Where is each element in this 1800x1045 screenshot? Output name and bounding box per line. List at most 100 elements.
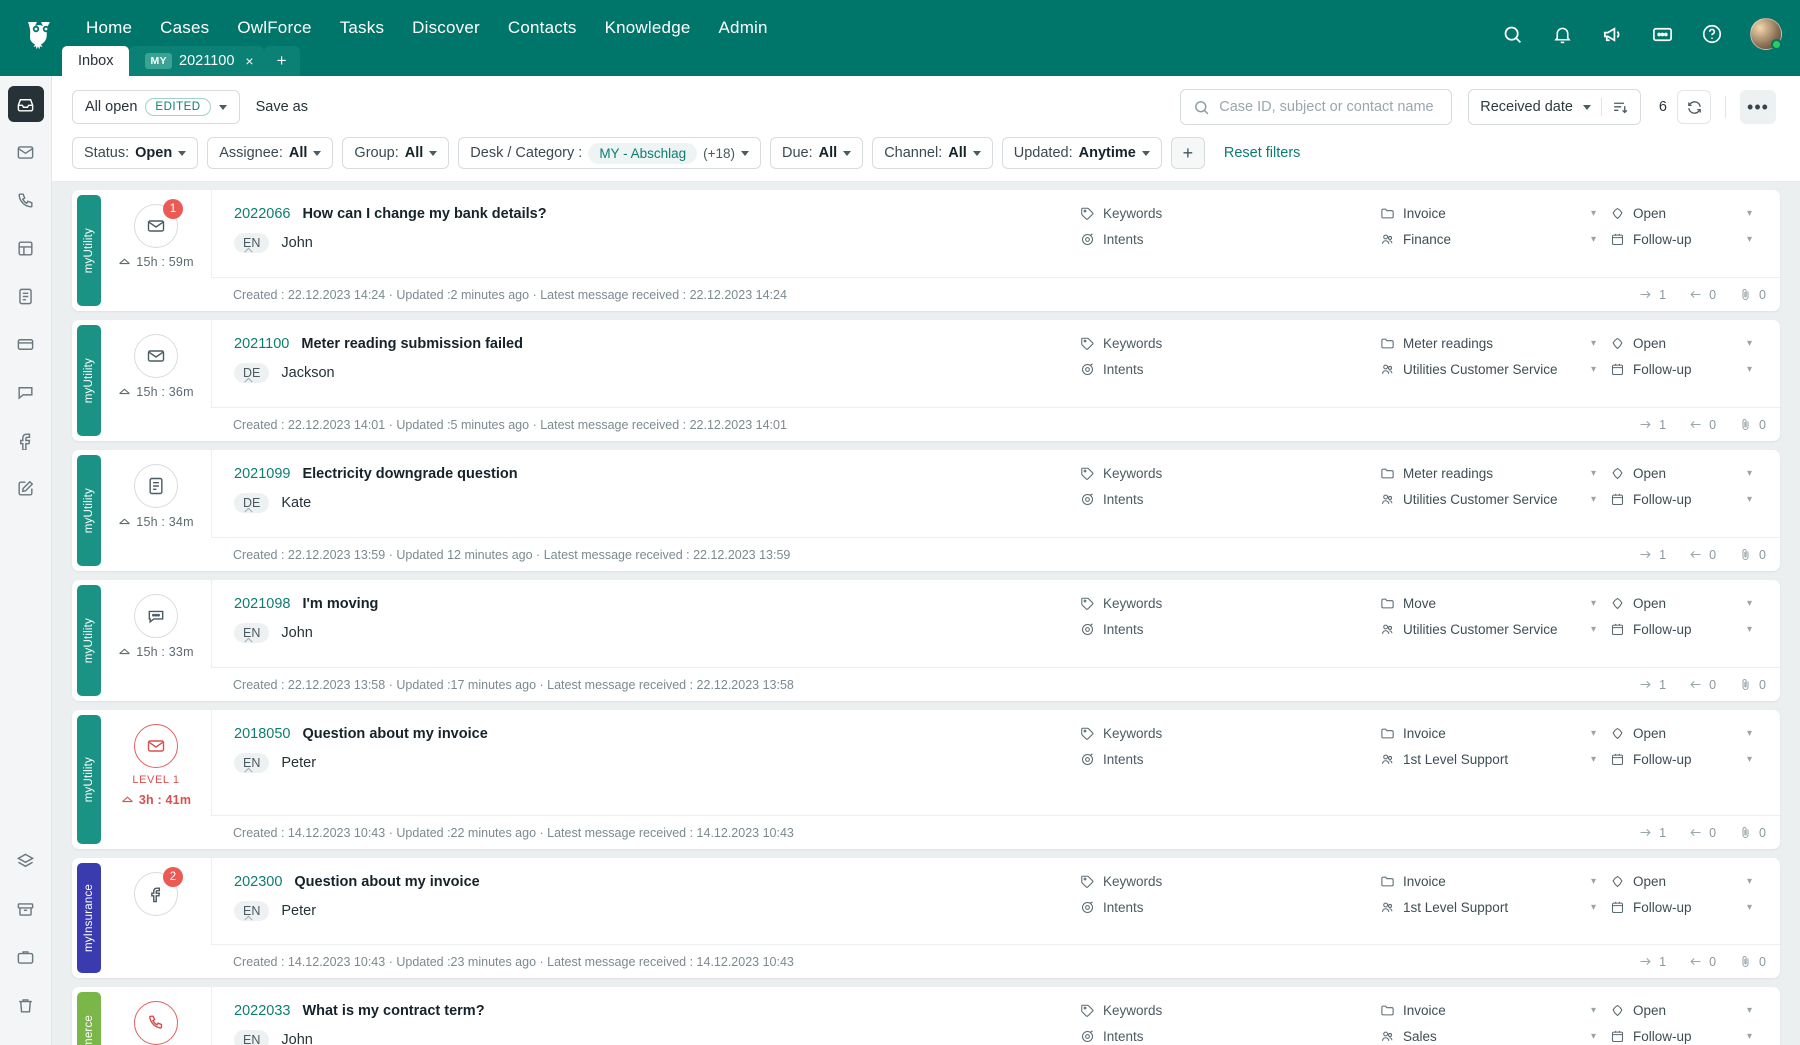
chat-dots-icon[interactable] (134, 594, 178, 638)
state-row[interactable]: Open ▾ (1610, 596, 1766, 611)
followup-row[interactable]: Follow-up ▾ (1610, 232, 1766, 247)
intents-row[interactable]: Intents (1080, 232, 1380, 247)
expand-chevron-icon[interactable] (242, 1041, 255, 1045)
filter-status[interactable]: Status: Open (72, 137, 199, 169)
case-id-link[interactable]: 2022066 (234, 206, 290, 222)
chevron-down-icon[interactable]: ▾ (1747, 1005, 1752, 1016)
intents-row[interactable]: Intents (1080, 900, 1380, 915)
expand-chevron-icon[interactable] (242, 912, 255, 925)
rail-item-inbox[interactable] (7, 86, 44, 122)
chevron-down-icon[interactable]: ▾ (1747, 728, 1752, 739)
add-filter-button[interactable]: + (1170, 137, 1205, 169)
keywords-row[interactable]: Keywords (1080, 874, 1380, 889)
chevron-down-icon[interactable]: ▾ (1747, 598, 1752, 609)
phone-icon[interactable] (134, 1001, 178, 1045)
nav-item-tasks[interactable]: Tasks (326, 14, 398, 42)
nav-item-cases[interactable]: Cases (146, 14, 223, 49)
chevron-down-icon[interactable]: ▾ (1747, 1031, 1752, 1042)
case-row-2021099[interactable]: myUtility 15h : 34m 2021099 Electricity … (72, 450, 1780, 571)
sort-direction-icon[interactable] (1612, 99, 1629, 116)
social-icon[interactable]: 2 (134, 867, 183, 916)
case-id-link[interactable]: 2022033 (234, 1003, 290, 1019)
rail-item-mail[interactable] (8, 134, 44, 170)
chevron-down-icon[interactable]: ▾ (1591, 468, 1596, 479)
chevron-down-icon[interactable]: ▾ (1591, 876, 1596, 887)
intents-row[interactable]: Intents (1080, 752, 1380, 767)
state-row[interactable]: Open ▾ (1610, 206, 1766, 221)
chevron-down-icon[interactable]: ▾ (1747, 876, 1752, 887)
state-row[interactable]: Open ▾ (1610, 1003, 1766, 1018)
case-row-2021100[interactable]: myUtility 15h : 36m 2021100 Meter readin… (72, 320, 1780, 441)
tab-case-2021100[interactable]: MY 2021100 × (129, 46, 264, 76)
group-row[interactable]: Finance ▾ (1380, 232, 1610, 247)
group-row[interactable]: 1st Level Support ▾ (1380, 900, 1610, 915)
followup-row[interactable]: Follow-up ▾ (1610, 492, 1766, 507)
category-row[interactable]: Meter readings ▾ (1380, 336, 1610, 351)
filter-channel[interactable]: Channel: All (872, 137, 993, 169)
keywords-row[interactable]: Keywords (1080, 336, 1380, 351)
chevron-down-icon[interactable]: ▾ (1591, 598, 1596, 609)
followup-row[interactable]: Follow-up ▾ (1610, 362, 1766, 377)
chevron-down-icon[interactable]: ▾ (1747, 902, 1752, 913)
chevron-down-icon[interactable]: ▾ (1591, 364, 1596, 375)
chevron-down-icon[interactable]: ▾ (1747, 468, 1752, 479)
state-row[interactable]: Open ▾ (1610, 466, 1766, 481)
rail-item-card[interactable] (8, 326, 44, 362)
chevron-down-icon[interactable]: ▾ (1591, 902, 1596, 913)
category-row[interactable]: Invoice ▾ (1380, 874, 1610, 889)
expand-chevron-icon[interactable] (242, 634, 255, 647)
keywords-row[interactable]: Keywords (1080, 466, 1380, 481)
expand-chevron-icon[interactable] (242, 504, 255, 517)
chevron-down-icon[interactable]: ▾ (1591, 338, 1596, 349)
tab-inbox[interactable]: Inbox (62, 46, 130, 76)
category-row[interactable]: Move ▾ (1380, 596, 1610, 611)
category-row[interactable]: Invoice ▾ (1380, 206, 1610, 221)
case-row-2021098[interactable]: myUtility 15h : 33m 2021098 I'm moving E… (72, 580, 1780, 701)
expand-chevron-icon[interactable] (242, 374, 255, 387)
followup-row[interactable]: Follow-up ▾ (1610, 1029, 1766, 1044)
more-options-button[interactable]: ••• (1740, 90, 1776, 124)
case-row-2022033[interactable]: eCommerce 7Std : 10M 2022033 (72, 987, 1780, 1045)
rail-item-chat-bubble[interactable] (8, 374, 44, 410)
add-tab-button[interactable]: + (263, 46, 300, 76)
sort-selector[interactable]: Received date (1468, 89, 1641, 125)
chevron-down-icon[interactable]: ▾ (1747, 754, 1752, 765)
intents-row[interactable]: Intents (1080, 1029, 1380, 1044)
envelope-icon[interactable]: 1 (134, 199, 183, 248)
rail-item-archive-box[interactable] (8, 891, 44, 927)
nav-item-discover[interactable]: Discover (398, 14, 494, 42)
followup-row[interactable]: Follow-up ▾ (1610, 622, 1766, 637)
group-row[interactable]: Sales ▾ (1380, 1029, 1610, 1044)
search-icon[interactable] (1500, 22, 1524, 46)
category-row[interactable]: Invoice ▾ (1380, 726, 1610, 741)
case-id-link[interactable]: 2018050 (234, 726, 290, 742)
rail-item-note[interactable] (8, 278, 44, 314)
state-row[interactable]: Open ▾ (1610, 874, 1766, 889)
close-icon[interactable]: × (245, 53, 253, 69)
case-id-link[interactable]: 2021098 (234, 596, 290, 612)
envelope-icon[interactable] (134, 334, 178, 378)
case-id-link[interactable]: 2021099 (234, 466, 290, 482)
nav-item-home[interactable]: Home (72, 14, 146, 42)
chevron-down-icon[interactable]: ▾ (1747, 338, 1752, 349)
chevron-down-icon[interactable]: ▾ (1747, 234, 1752, 245)
rail-item-trash[interactable] (8, 987, 44, 1023)
rail-item-grid[interactable] (8, 230, 44, 266)
nav-item-owlforce[interactable]: OwlForce (223, 14, 325, 42)
keywords-row[interactable]: Keywords (1080, 726, 1380, 741)
nav-item-admin[interactable]: Admin (705, 14, 782, 42)
case-id-link[interactable]: 202300 (234, 874, 282, 890)
nav-item-knowledge[interactable]: Knowledge (591, 14, 705, 42)
case-id-link[interactable]: 2021100 (234, 336, 289, 352)
state-row[interactable]: Open ▾ (1610, 336, 1766, 351)
envelope-icon[interactable] (134, 724, 178, 768)
group-row[interactable]: Utilities Customer Service ▾ (1380, 492, 1610, 507)
chevron-down-icon[interactable]: ▾ (1591, 624, 1596, 635)
avatar[interactable] (1750, 18, 1782, 50)
case-row-202300[interactable]: myInsurance 2 202300 Question about my i… (72, 858, 1780, 978)
reset-filters-button[interactable]: Reset filters (1224, 145, 1301, 161)
followup-row[interactable]: Follow-up ▾ (1610, 900, 1766, 915)
chevron-down-icon[interactable]: ▾ (1591, 208, 1596, 219)
state-row[interactable]: Open ▾ (1610, 726, 1766, 741)
chevron-down-icon[interactable]: ▾ (1591, 728, 1596, 739)
